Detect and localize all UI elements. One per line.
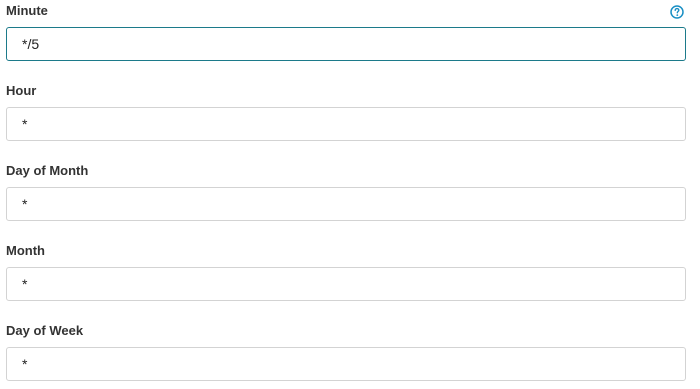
day-of-month-label: Day of Month [6, 163, 89, 178]
minute-label: Minute [6, 3, 48, 18]
day-of-month-input[interactable] [6, 187, 686, 221]
day-of-week-input[interactable] [6, 347, 686, 381]
minute-input[interactable] [6, 27, 686, 61]
hour-label: Hour [6, 83, 37, 98]
hour-input[interactable] [6, 107, 686, 141]
question-circle-icon[interactable] [670, 5, 684, 19]
month-label: Month [6, 243, 45, 258]
cron-schedule-form: Minute Hour Day of Month Month Day of We… [0, 0, 700, 389]
month-input[interactable] [6, 267, 686, 301]
day-of-week-label: Day of Week [6, 323, 84, 338]
